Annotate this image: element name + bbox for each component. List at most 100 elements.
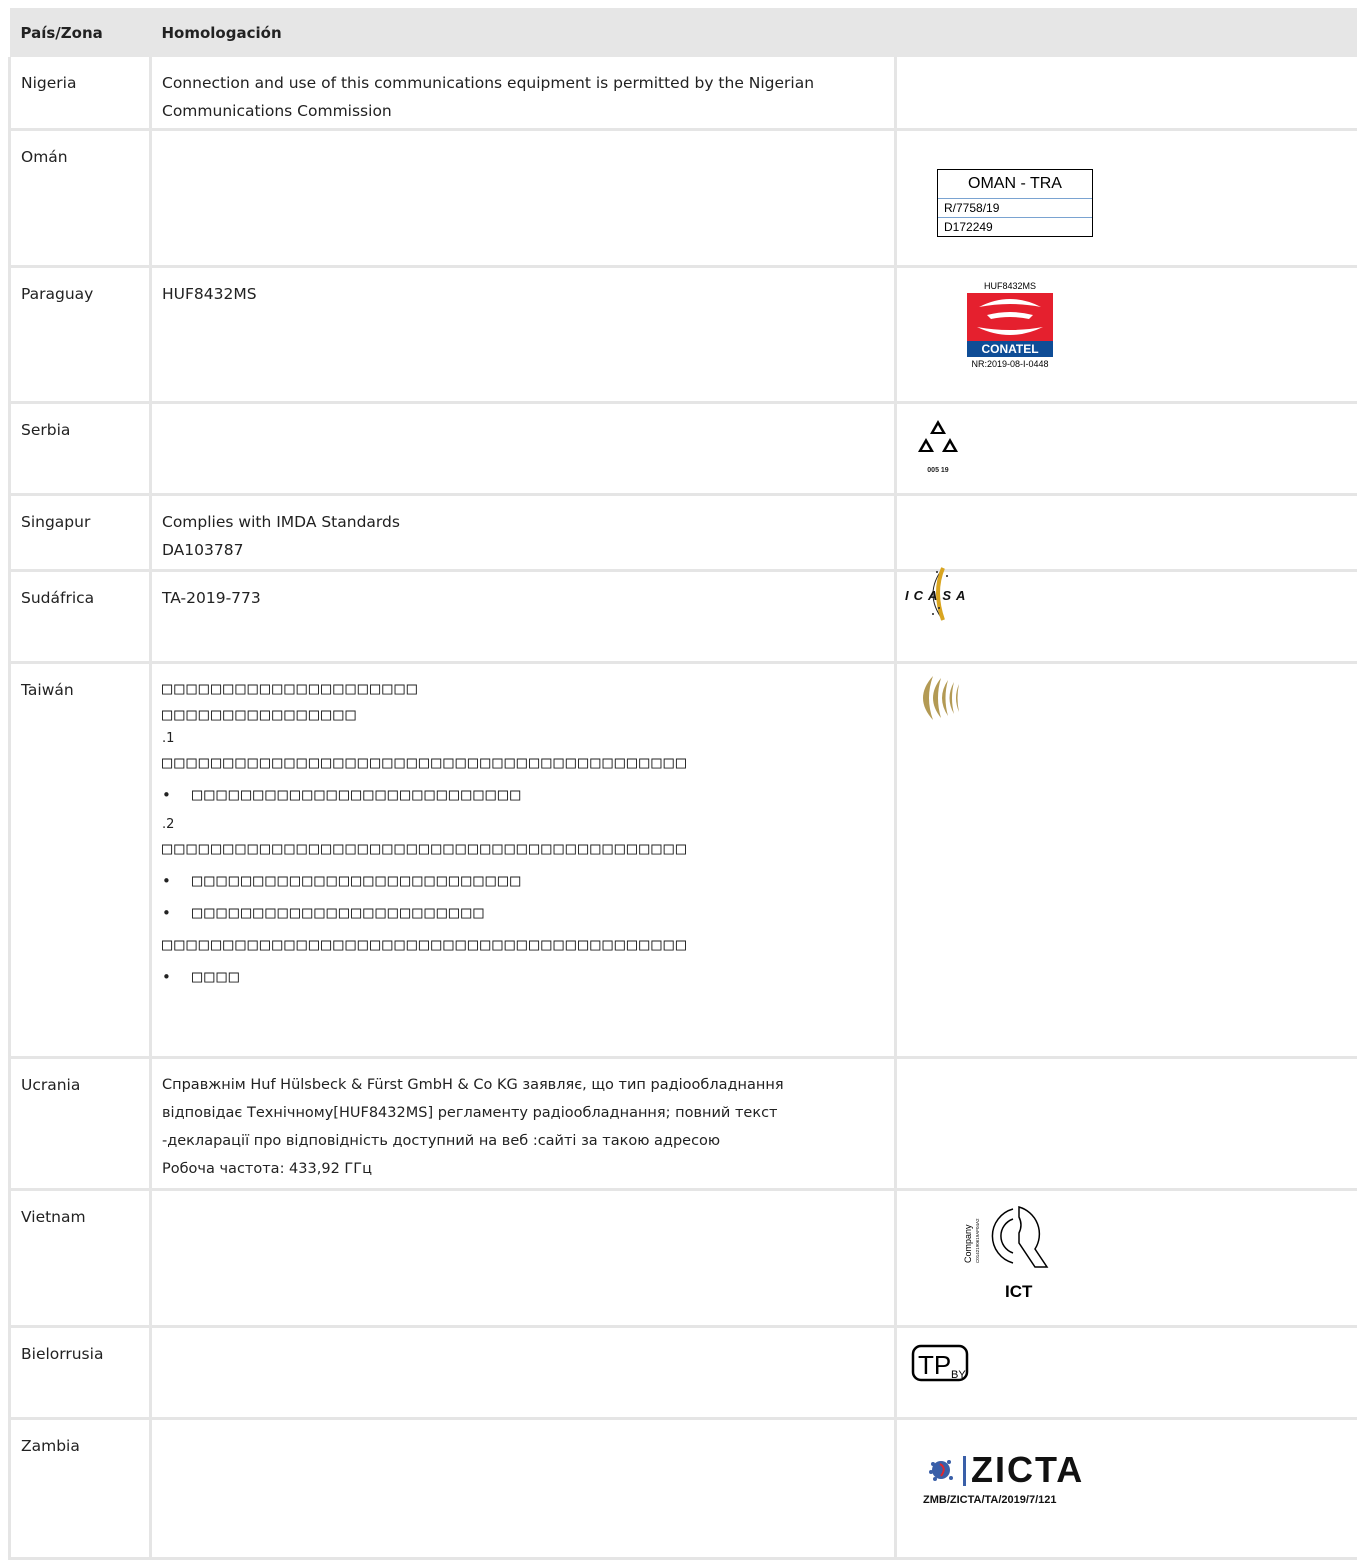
taiwan-line3: □□□□□□□□□□□□□□□□□□□□□□□□□□□□□□□□□□□□□□□□… [162, 750, 883, 776]
taiwan-line5: □□□□□□□□□□□□□□□□□□□□□□□□□□□□□□□□□□□□□□□□… [162, 932, 883, 958]
taiwan-bullet1: □□□□□□□□□□□□□□□□□□□□□□□□□□□ [192, 782, 522, 808]
list-item: •□□□□□□□□□□□□□□□□□□□□□□□□□□□ [162, 868, 883, 894]
table-row: Sudáfrica TA-2019-773 ICASA [10, 570, 1357, 662]
header-homologation: Homologación [151, 8, 1357, 57]
homologation-text [151, 1189, 896, 1326]
ict-cr-logo: Company C0142190619AF04A2 ICT [957, 1201, 1087, 1310]
paraguay-text: HUF8432MS [162, 285, 257, 303]
table-header-row: País/Zona Homologación [10, 8, 1357, 57]
homologation-text: TA-2019-773 [151, 570, 896, 662]
country-cell: Omán [10, 129, 151, 266]
taiwan-number1: .1 [162, 728, 883, 750]
sudafrica-text: TA-2019-773 [162, 589, 261, 607]
homologation-text: HUF8432MS [151, 266, 896, 402]
conatel-logo-bottom: NR:2019-08-I-0448 [955, 357, 1065, 371]
homologation-text [151, 1326, 896, 1418]
table-row: Omán OMAN - TRA R/7758/19 D172249 [10, 129, 1357, 266]
homologation-text [151, 402, 896, 494]
header-country: País/Zona [10, 8, 151, 57]
logo-cell [896, 662, 1357, 1057]
country-cell: Paraguay [10, 266, 151, 402]
homologation-text: Complies with IMDA Standards DA103787 [151, 494, 896, 570]
ucrania-line1: Справжнім Huf Hülsbeck & Fürst GmbH & Co… [162, 1071, 883, 1099]
bullet-icon: • [162, 868, 192, 894]
logo-cell: ICASA [896, 570, 1357, 662]
logo-cell: 005 19 [896, 402, 1357, 494]
homologation-text: □□□□□□□□□□□□□□□□□□□□□ □□□□□□□□□□□□□□□□ .… [151, 662, 896, 1057]
country-cell: Vietnam [10, 1189, 151, 1326]
logo-cell: ZICTA ZMB/ZICTA/TA/2019/7/121 [896, 1418, 1357, 1558]
country-cell: Nigeria [10, 57, 151, 129]
homologation-text: Connection and use of this communication… [151, 57, 896, 129]
icasa-logo-text: ICASA [905, 588, 970, 603]
zicta-emblem-icon [923, 1450, 971, 1490]
icasa-logo: ICASA [903, 562, 983, 636]
list-item: •□□□□ [162, 964, 883, 990]
homologation-text [151, 1418, 896, 1558]
homologation-text: Справжнім Huf Hülsbeck & Fürst GmbH & Co… [151, 1057, 896, 1189]
table-row: Serbia 005 19 [10, 402, 1357, 494]
table-row: Singapur Complies with IMDA Standards DA… [10, 494, 1357, 570]
logo-cell [896, 1057, 1357, 1189]
table-row: Paraguay HUF8432MS HUF8432MS CONATEL NR:… [10, 266, 1357, 402]
ucrania-line2: відповідає Технічному[HUF8432MS] регламе… [162, 1099, 883, 1127]
logo-cell: HUF8432MS CONATEL NR:2019-08-I-0448 [896, 266, 1357, 402]
oman-tra-logo: OMAN - TRA R/7758/19 D172249 [937, 169, 1093, 237]
table-row: Taiwán □□□□□□□□□□□□□□□□□□□□□ □□□□□□□□□□□… [10, 662, 1357, 1057]
taiwan-bullet3: □□□□□□□□□□□□□□□□□□□□□□□□ [192, 900, 486, 926]
taiwan-number2: .2 [162, 814, 883, 836]
oman-logo-title: OMAN - TRA [938, 170, 1092, 199]
tp-logo-sub: BY [951, 1369, 966, 1381]
country-cell: Serbia [10, 402, 151, 494]
taiwan-bullet2: □□□□□□□□□□□□□□□□□□□□□□□□□□□ [192, 868, 522, 894]
logo-cell [896, 494, 1357, 570]
country-cell: Sudáfrica [10, 570, 151, 662]
oman-logo-line2: D172249 [938, 218, 1092, 236]
country-cell: Taiwán [10, 662, 151, 1057]
ucrania-line3: -декларації про відповідність доступний … [162, 1127, 883, 1155]
bullet-icon: • [162, 782, 192, 808]
logo-cell: Company C0142190619AF04A2 ICT [896, 1189, 1357, 1326]
country-cell: Singapur [10, 494, 151, 570]
singapur-line2: DA103787 [162, 536, 883, 564]
taiwan-line1: □□□□□□□□□□□□□□□□□□□□□ [162, 676, 883, 702]
ict-logo-label: ICT [1005, 1282, 1033, 1301]
ict-logo-side1: Company [963, 1223, 973, 1262]
nigeria-text: Connection and use of this communication… [162, 74, 814, 120]
ict-logo-side2: C0142190619AF04A2 [975, 1217, 980, 1262]
country-cell: Zambia [10, 1418, 151, 1558]
country-cell: Ucrania [10, 1057, 151, 1189]
table-row: Zambia ZICTA ZMB/ [10, 1418, 1357, 1558]
conatel-logo-label: CONATEL [967, 341, 1053, 357]
bullet-icon: • [162, 900, 192, 926]
tp-logo-main: TP [918, 1350, 951, 1380]
homologation-table: País/Zona Homologación Nigeria Connectio… [8, 8, 1357, 1560]
table-row: Ucrania Справжнім Huf Hülsbeck & Fürst G… [10, 1057, 1357, 1189]
bullet-icon: • [162, 964, 192, 990]
serbia-triangle-icon: 005 19 [913, 418, 963, 475]
ncc-logo-icon [911, 672, 967, 733]
zicta-logo-word: ZICTA [971, 1450, 1084, 1490]
table-row: Bielorrusia TP BY [10, 1326, 1357, 1418]
taiwan-bullet4: □□□□ [192, 964, 241, 990]
list-item: •□□□□□□□□□□□□□□□□□□□□□□□□□□□ [162, 782, 883, 808]
country-cell: Bielorrusia [10, 1326, 151, 1418]
zicta-logo-sub-a: ZMB/ZICTA/TA/ [923, 1494, 1001, 1506]
list-item: •□□□□□□□□□□□□□□□□□□□□□□□□ [162, 900, 883, 926]
zicta-logo: ZICTA ZMB/ZICTA/TA/2019/7/121 [923, 1450, 1084, 1510]
ucrania-line4: Робоча частота: 433,92 ГГц [162, 1155, 883, 1183]
oman-logo-line1: R/7758/19 [938, 199, 1092, 218]
logo-cell: TP BY [896, 1326, 1357, 1418]
logo-cell [896, 57, 1357, 129]
table-row: Vietnam Company C0142190619AF04A2 ICT [10, 1189, 1357, 1326]
table-row: Nigeria Connection and use of this commu… [10, 57, 1357, 129]
logo-cell: OMAN - TRA R/7758/19 D172249 [896, 129, 1357, 266]
conatel-logo: HUF8432MS CONATEL NR:2019-08-I-0448 [955, 280, 1065, 371]
singapur-line1: Complies with IMDA Standards [162, 508, 883, 536]
zicta-logo-sub-b: 2019/7/121 [1001, 1494, 1056, 1506]
taiwan-line2: □□□□□□□□□□□□□□□□ [162, 702, 883, 728]
tp-by-logo-icon: TP BY [911, 1342, 971, 1395]
conatel-logo-top: HUF8432MS [955, 280, 1065, 292]
conatel-emblem-icon [967, 293, 1053, 341]
serbia-logo-numbers: 005 19 [913, 466, 963, 475]
